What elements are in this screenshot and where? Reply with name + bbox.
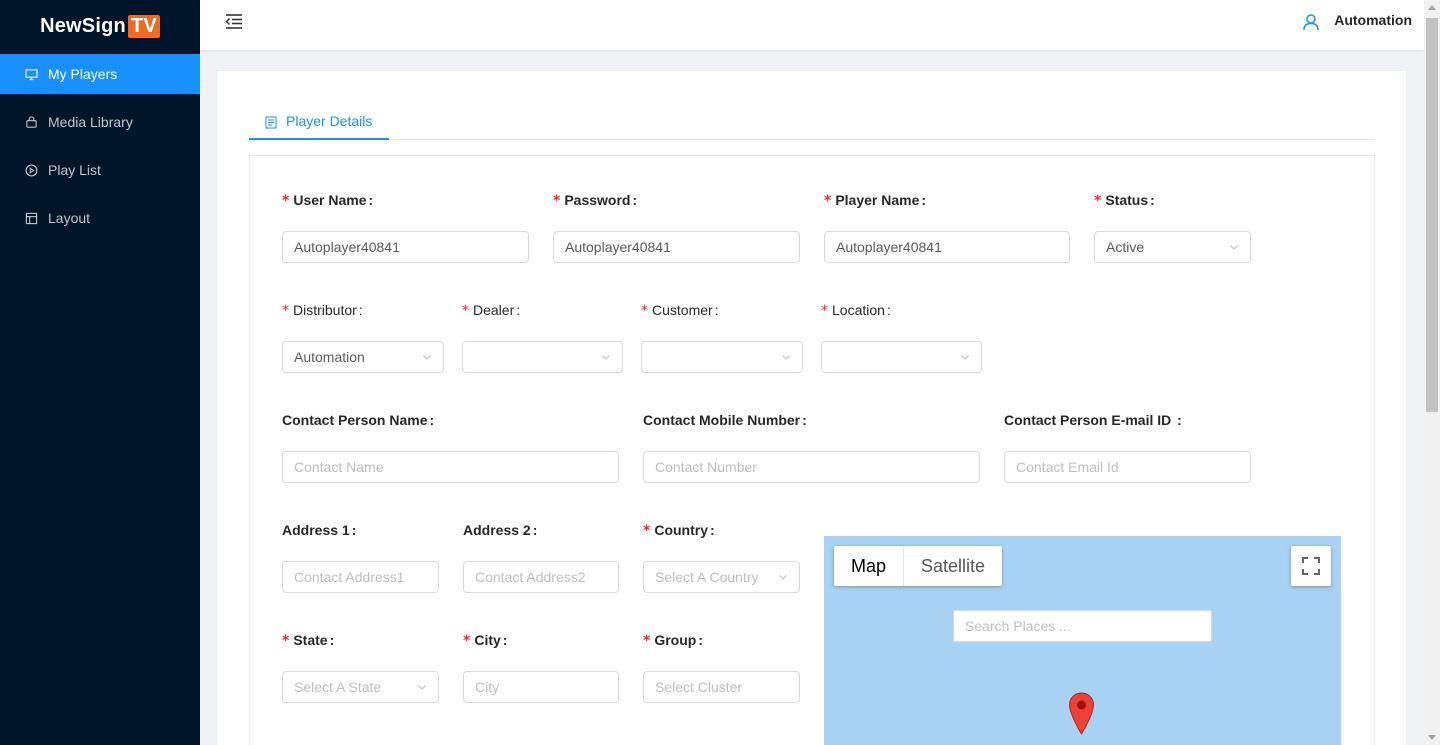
chevron-down-icon xyxy=(418,685,426,690)
contact-name-label: Contact Person Name: xyxy=(282,412,435,428)
sidebar: NewSign TV My Players Media Library Play … xyxy=(0,0,200,745)
menu-fold-icon[interactable] xyxy=(224,12,244,30)
scroll-thumb[interactable] xyxy=(1426,18,1438,412)
media-library-icon xyxy=(24,115,38,129)
chevron-down-icon xyxy=(602,355,610,360)
sidebar-item-media-library[interactable]: Media Library xyxy=(0,102,200,142)
map-type-control: Map Satellite xyxy=(834,546,1003,586)
contact-mobile-input[interactable]: Contact Number xyxy=(643,451,980,483)
user-menu[interactable]: Automation xyxy=(1302,9,1412,31)
country-label: * Country: xyxy=(643,522,715,539)
sidebar-item-label: Layout xyxy=(48,210,91,226)
fullscreen-icon xyxy=(1302,557,1320,575)
state-select[interactable]: Select A State xyxy=(282,671,439,703)
user-name: Automation xyxy=(1334,12,1412,28)
chevron-down-icon xyxy=(1230,245,1238,250)
fullscreen-button[interactable] xyxy=(1291,546,1331,586)
chevron-down-icon xyxy=(961,355,969,360)
chevron-down-icon xyxy=(423,355,431,360)
dealer-label: * Dealer: xyxy=(462,302,521,319)
city-label: * City: xyxy=(463,632,508,649)
address2-label: Address 2: xyxy=(463,522,538,538)
logo-accent: TV xyxy=(127,14,160,38)
chevron-down-icon xyxy=(779,575,787,580)
location-label: * Location: xyxy=(821,302,891,319)
user-name-label: * User Name: xyxy=(282,192,374,209)
satellite-view-button[interactable]: Satellite xyxy=(904,546,1002,586)
group-label: * Group: xyxy=(643,632,703,649)
top-header: Automation xyxy=(200,0,1424,50)
distributor-label: * Distributor: xyxy=(282,302,363,319)
location-map[interactable]: Map Satellite Search Places ... xyxy=(824,536,1341,745)
contact-email-input[interactable]: Contact Email Id xyxy=(1004,451,1251,483)
country-select[interactable]: Select A Country xyxy=(643,561,800,593)
customer-label: * Customer: xyxy=(641,302,719,319)
sidebar-menu: My Players Media Library Play List Layou… xyxy=(0,54,200,238)
tab-label: Player Details xyxy=(286,112,373,129)
tabs-bar: Player Details xyxy=(249,103,1375,140)
state-label: * State: xyxy=(282,632,335,649)
contact-mobile-label: Contact Mobile Number: xyxy=(643,412,807,428)
dealer-select[interactable] xyxy=(462,341,623,373)
scroll-down-arrow-icon[interactable] xyxy=(1428,735,1436,740)
sidebar-item-label: My Players xyxy=(48,66,118,82)
sidebar-item-label: Play List xyxy=(48,162,101,178)
places-search-input[interactable]: Search Places ... xyxy=(953,610,1212,642)
layout-icon xyxy=(24,211,38,225)
play-circle-icon xyxy=(24,163,38,177)
user-name-input[interactable]: Autoplayer40841 xyxy=(282,231,529,263)
monitor-icon xyxy=(24,67,38,81)
chevron-down-icon xyxy=(782,355,790,360)
sidebar-item-label: Media Library xyxy=(48,114,133,130)
player-name-input[interactable]: Autoplayer40841 xyxy=(824,231,1070,263)
address1-input[interactable]: Contact Address1 xyxy=(282,561,439,593)
city-input[interactable]: City xyxy=(463,671,619,703)
file-text-icon xyxy=(265,116,277,128)
logo-text: NewSign xyxy=(40,14,126,37)
app-logo[interactable]: NewSign TV xyxy=(0,0,200,52)
customer-select[interactable] xyxy=(641,341,803,373)
page-scrollbar[interactable] xyxy=(1424,0,1440,745)
map-pin-icon[interactable] xyxy=(1068,692,1095,735)
contact-email-label: Contact Person E-mail ID : xyxy=(1004,412,1182,428)
sidebar-item-my-players[interactable]: My Players xyxy=(0,54,200,94)
contact-name-input[interactable]: Contact Name xyxy=(282,451,619,483)
location-select[interactable] xyxy=(821,341,982,373)
address1-label: Address 1: xyxy=(282,522,357,538)
map-view-button[interactable]: Map xyxy=(834,546,905,586)
status-label: * Status: xyxy=(1094,192,1155,209)
group-input[interactable]: Select Cluster xyxy=(643,671,800,703)
password-input[interactable]: Autoplayer40841 xyxy=(553,231,800,263)
sidebar-item-play-list[interactable]: Play List xyxy=(0,150,200,190)
distributor-select[interactable]: Automation xyxy=(282,341,444,373)
password-label: * Password: xyxy=(553,192,638,209)
status-select[interactable]: Active xyxy=(1094,231,1251,263)
address2-input[interactable]: Contact Address2 xyxy=(463,561,619,593)
tab-player-details[interactable]: Player Details xyxy=(249,103,389,140)
sidebar-item-layout[interactable]: Layout xyxy=(0,198,200,238)
player-name-label: * Player Name: xyxy=(824,192,927,209)
scroll-up-arrow-icon[interactable] xyxy=(1428,5,1436,10)
user-icon xyxy=(1302,13,1320,31)
